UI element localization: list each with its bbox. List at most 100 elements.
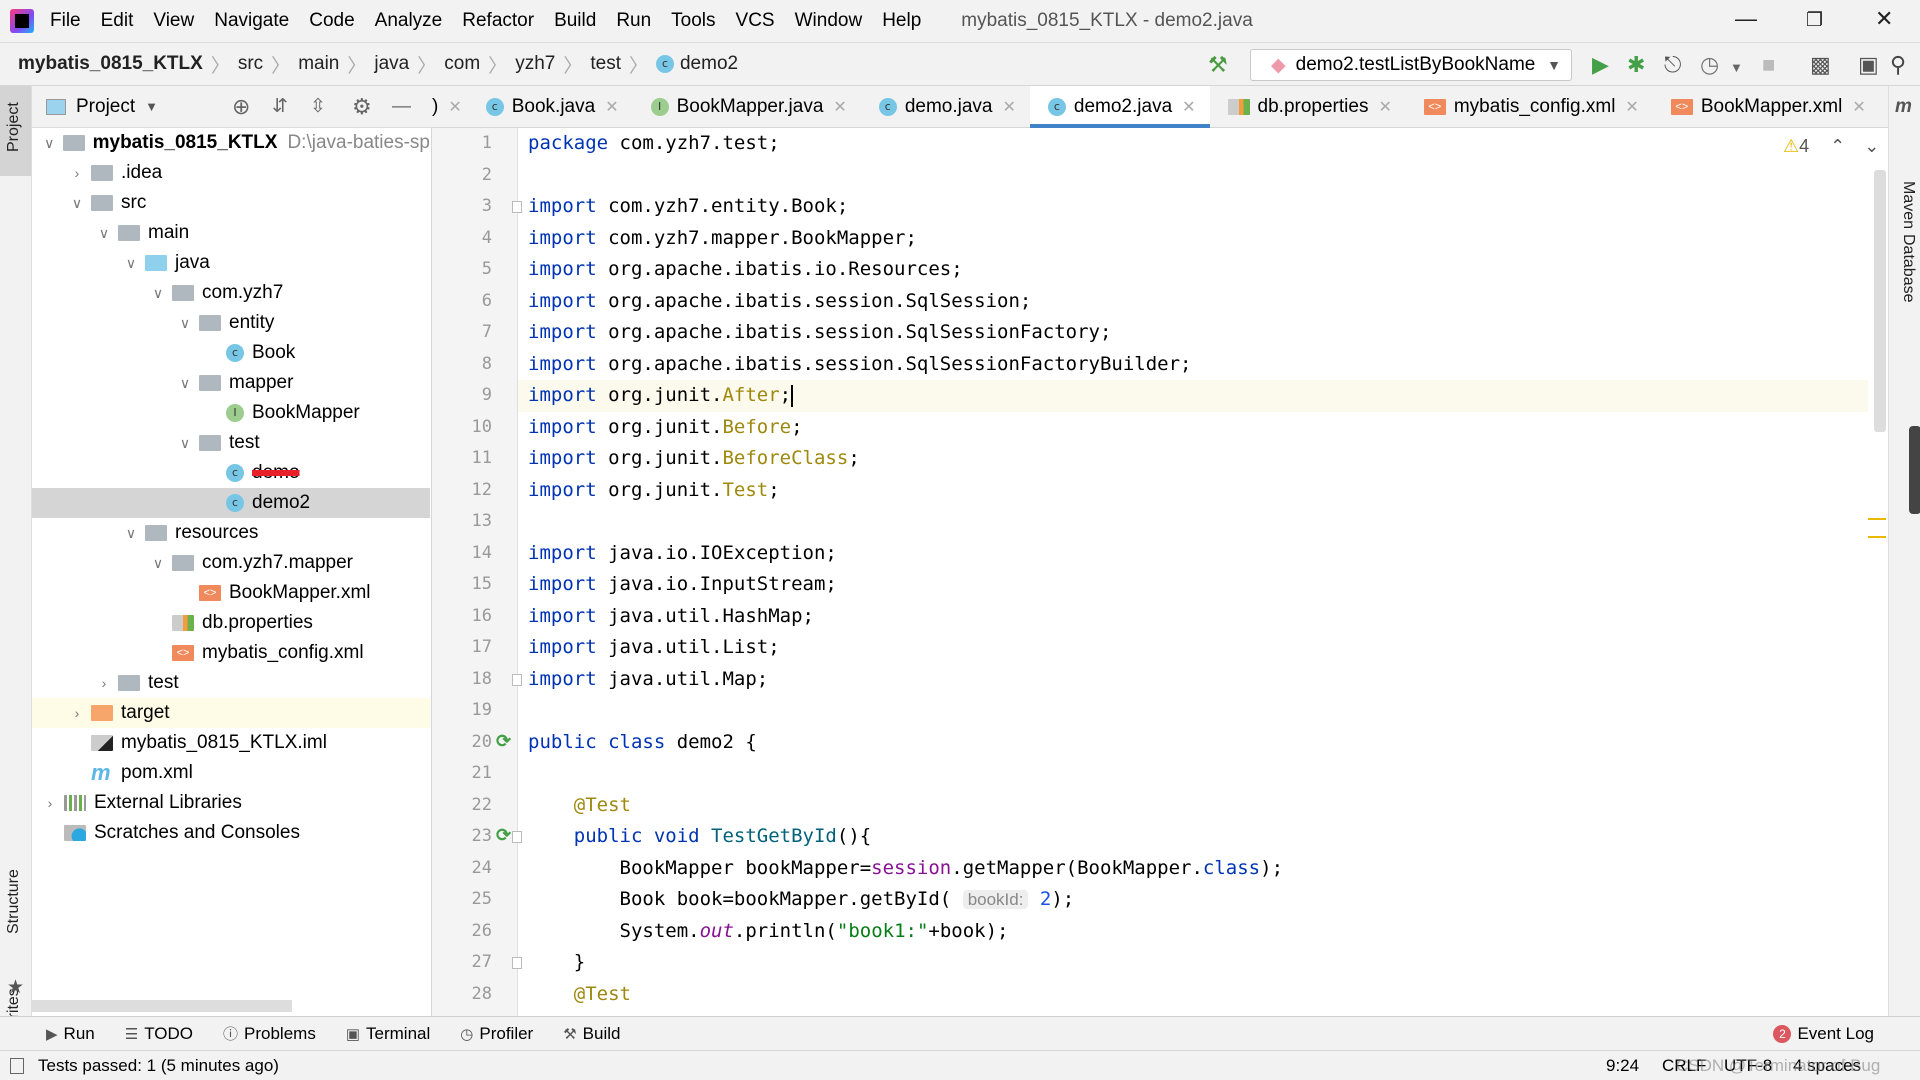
tree-item[interactable]: db.properties xyxy=(32,608,430,638)
tool-profiler[interactable]: ◷ Profiler xyxy=(460,1024,533,1044)
collapse-all-icon[interactable]: ⇳ xyxy=(310,95,326,118)
tool-todo[interactable]: ☰ TODO xyxy=(125,1024,193,1044)
menu-help[interactable]: Help xyxy=(882,10,921,32)
code-line[interactable]: import org.junit.Test; xyxy=(518,475,1868,507)
code-line[interactable]: Book book=bookMapper.getById( bookId: 2)… xyxy=(518,884,1868,916)
profile-dropdown-icon[interactable]: ▼ xyxy=(1730,60,1743,75)
tree-item[interactable]: ∨ mapper xyxy=(32,368,430,398)
run-test-gutter-icon[interactable]: ⟳ xyxy=(496,731,511,752)
inspection-widget[interactable]: ⚠4 ⌃ ⌄ xyxy=(1783,136,1879,157)
chevron-down-icon[interactable]: ∨ xyxy=(148,555,168,572)
tab-demo2-java[interactable]: c demo2.java ✕ xyxy=(1029,86,1210,128)
code-line[interactable]: import java.io.InputStream; xyxy=(518,569,1868,601)
run-configuration-select[interactable]: ◆ demo2.testListByBookName ▼ xyxy=(1250,49,1572,81)
breadcrumb-item[interactable]: com xyxy=(444,53,480,75)
tree-item[interactable]: c Book xyxy=(32,338,430,368)
close-tab-icon[interactable]: ✕ xyxy=(1182,97,1195,117)
menu-view[interactable]: View xyxy=(153,10,194,32)
breadcrumb-item[interactable]: mybatis_0815_KTLX xyxy=(18,53,203,75)
project-structure-icon[interactable]: ▩ xyxy=(1810,52,1831,78)
tree-item[interactable]: Scratches and Consoles xyxy=(32,818,430,848)
run-anything-icon[interactable]: ▣ xyxy=(1858,52,1879,78)
code-line[interactable]: public void TestGetById(){ xyxy=(518,821,1868,853)
tab-mybatis-config-xml[interactable]: <> mybatis_config.xml ✕ xyxy=(1406,86,1653,127)
breadcrumb-item[interactable]: src xyxy=(238,53,263,75)
caret-position[interactable]: 9:24 xyxy=(1606,1056,1639,1076)
code-line[interactable]: import org.apache.ibatis.io.Resources; xyxy=(518,254,1868,286)
chevron-down-icon[interactable]: ∨ xyxy=(148,285,168,302)
menu-tools[interactable]: Tools xyxy=(671,10,715,32)
tree-item[interactable]: ∨ com.yzh7 xyxy=(32,278,430,308)
tree-item[interactable]: <> mybatis_config.xml xyxy=(32,638,430,668)
code-line[interactable]: import org.junit.Before; xyxy=(518,412,1868,444)
toggle-tool-windows-icon[interactable] xyxy=(10,1057,24,1074)
warning-stripe-marker[interactable] xyxy=(1868,518,1886,538)
locate-icon[interactable]: ⊕ xyxy=(232,94,250,120)
code-line[interactable]: import org.apache.ibatis.session.SqlSess… xyxy=(518,317,1868,349)
menu-build[interactable]: Build xyxy=(554,10,596,32)
chevron-down-icon[interactable]: ∨ xyxy=(175,375,195,392)
menu-analyze[interactable]: Analyze xyxy=(375,10,443,32)
chevron-down-icon[interactable]: ∨ xyxy=(121,525,141,542)
code-line[interactable]: @Test xyxy=(518,979,1868,1011)
chevron-down-icon[interactable]: ∨ xyxy=(67,195,87,212)
code-line[interactable]: System.out.println("book1:"+book); xyxy=(518,916,1868,948)
maven-tool-tab[interactable]: Maven xyxy=(1899,181,1917,229)
tree-item[interactable]: ∨ java xyxy=(32,248,430,278)
horizontal-scrollbar[interactable] xyxy=(32,1000,292,1012)
close-tab-icon[interactable]: ✕ xyxy=(1625,97,1638,117)
next-highlight-icon[interactable]: ⌄ xyxy=(1864,136,1879,156)
project-tool-tab[interactable]: Project xyxy=(5,102,23,152)
restore-button[interactable]: ❐ xyxy=(1806,9,1823,32)
tool-run[interactable]: ▶ Run xyxy=(46,1024,95,1044)
breadcrumb-item[interactable]: test xyxy=(590,53,621,75)
close-button[interactable]: ✕ xyxy=(1875,6,1893,32)
code-line[interactable]: import java.io.IOException; xyxy=(518,538,1868,570)
search-icon[interactable]: ⚲ xyxy=(1890,52,1906,78)
code-line[interactable]: BookMapper bookMapper=session.getMapper(… xyxy=(518,853,1868,885)
close-tab-icon[interactable]: ✕ xyxy=(833,97,846,117)
tree-item[interactable]: ∨ resources xyxy=(32,518,430,548)
close-tab-icon[interactable]: ✕ xyxy=(448,97,461,117)
profile-icon[interactable]: ◷ xyxy=(1700,52,1719,78)
code-editor[interactable]: package com.yzh7.test; import com.yzh7.en… xyxy=(518,128,1868,1016)
vertical-scrollbar[interactable] xyxy=(1874,170,1886,432)
code-line[interactable]: import org.junit.After; xyxy=(518,380,1868,412)
code-line[interactable]: public class demo2 { xyxy=(518,727,1868,759)
tab-db-properties[interactable]: db.properties ✕ xyxy=(1210,86,1406,127)
code-line[interactable] xyxy=(518,758,1868,790)
tree-item[interactable]: I BookMapper xyxy=(32,398,430,428)
code-line[interactable] xyxy=(518,695,1868,727)
code-line[interactable] xyxy=(518,506,1868,538)
menu-edit[interactable]: Edit xyxy=(101,10,134,32)
breadcrumb-item[interactable]: demo2 xyxy=(680,53,738,75)
tree-item[interactable]: › test xyxy=(32,668,430,698)
close-tab-icon[interactable]: ✕ xyxy=(605,97,618,117)
tree-item[interactable]: ∨ entity xyxy=(32,308,430,338)
code-line[interactable]: import java.util.List; xyxy=(518,632,1868,664)
run-test-gutter-icon[interactable]: ⟳ xyxy=(496,825,511,846)
chevron-down-icon[interactable]: ▼ xyxy=(145,99,158,114)
menu-refactor[interactable]: Refactor xyxy=(462,10,534,32)
tree-item[interactable]: c demo xyxy=(32,458,430,488)
menu-run[interactable]: Run xyxy=(616,10,651,32)
minimize-button[interactable]: — xyxy=(1735,6,1757,32)
menu-file[interactable]: File xyxy=(50,10,81,32)
tree-item[interactable]: mybatis_0815_KTLX.iml xyxy=(32,728,430,758)
tree-item[interactable]: › target xyxy=(32,698,430,728)
close-tab-icon[interactable]: ✕ xyxy=(1378,97,1391,117)
tree-item[interactable]: › .idea xyxy=(32,158,430,188)
chevron-down-icon[interactable]: ∨ xyxy=(94,225,114,242)
tree-item[interactable]: ∨ main xyxy=(32,218,430,248)
chevron-right-icon[interactable]: › xyxy=(94,675,114,691)
chevron-down-icon[interactable]: ∨ xyxy=(175,315,195,332)
tree-item[interactable]: <> BookMapper.xml xyxy=(32,578,430,608)
tool-problems[interactable]: ⓘ Problems xyxy=(223,1023,316,1044)
database-tool-tab[interactable]: Database xyxy=(1899,234,1917,303)
tab--[interactable]: ) ✕ xyxy=(432,86,468,127)
tree-item[interactable]: ∨ src xyxy=(32,188,430,218)
stop-icon[interactable]: ■ xyxy=(1762,52,1775,78)
debug-bug-icon[interactable]: ✱ xyxy=(1627,52,1645,78)
run-icon[interactable]: ▶ xyxy=(1592,52,1609,78)
chevron-right-icon[interactable]: › xyxy=(40,795,60,811)
